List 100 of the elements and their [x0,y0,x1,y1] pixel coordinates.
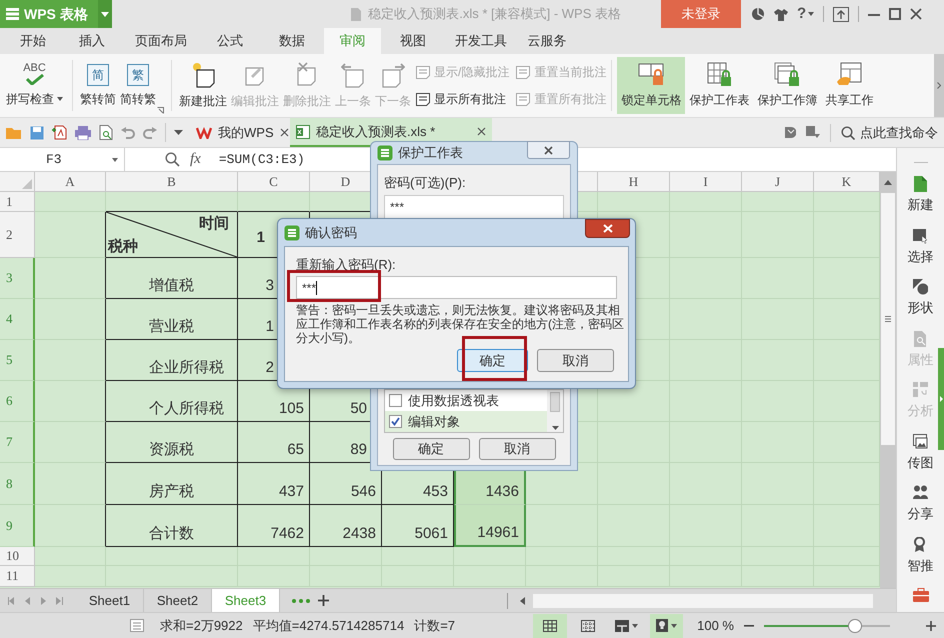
menu-tab[interactable]: 视图 [381,28,445,54]
column-header[interactable]: B [106,172,238,192]
slider-thumb[interactable] [848,618,862,632]
ok-button[interactable]: 确定 [457,349,528,372]
undo-icon[interactable] [121,126,135,138]
flag-menu-icon[interactable] [806,126,820,139]
command-search[interactable]: 点此查找命令 [841,122,938,142]
table-cell: 营业税 [106,299,238,340]
menu-tab[interactable]: 公式 [200,28,260,54]
logo-icon [5,7,19,21]
cancel-button[interactable]: 取消 [478,438,556,460]
maximize-icon[interactable] [889,8,902,20]
reading-mode-button[interactable] [650,614,684,638]
column-header[interactable]: C [238,172,310,192]
table-cell: 7462 [238,505,310,547]
last-sheet-icon[interactable] [56,596,63,604]
select-icon [913,228,928,244]
menu-tab[interactable]: 开始 [4,28,62,54]
menu-tab[interactable]: 页面布局 [122,28,200,54]
menu-tab[interactable]: 云服务 [517,28,577,54]
protection-button[interactable]: 保护工作表 [685,57,754,114]
column-header[interactable]: I [670,172,742,192]
checkbox[interactable] [389,394,402,407]
list-item[interactable]: 编辑对象 [385,411,547,432]
column-header[interactable]: J [742,172,814,192]
comment-option-button[interactable]: 显示所有批注 [415,90,510,108]
column-header[interactable]: H [598,172,670,192]
task-pane-button[interactable]: 选择 [908,228,934,266]
close-button[interactable] [585,219,630,238]
password-field[interactable]: *** [296,276,617,299]
row-header[interactable]: 2 [0,212,35,258]
caret-icon[interactable] [552,426,558,430]
horizontal-scrollbar-thumb[interactable] [533,594,873,608]
protect-workbook-icon [774,62,800,87]
analysis-icon [913,382,928,398]
task-pane-button[interactable]: 分享 [908,485,934,524]
zoom-search-icon[interactable] [165,152,180,167]
task-pane-button[interactable]: 传图 [908,434,934,472]
normal-view-button[interactable] [533,614,568,638]
column-header[interactable]: A [35,172,106,192]
comment-button[interactable]: 新建批注 [177,54,229,117]
redo-icon[interactable] [143,126,157,138]
convert-button[interactable]: 简 繁转简 [78,54,118,117]
protection-button[interactable]: 共享工作 [821,57,878,114]
upload-icon[interactable] [833,6,850,22]
page-layout-button[interactable] [615,620,638,632]
row-header[interactable]: 1 [0,192,35,212]
help-button[interactable]: ? [797,2,814,26]
protection-button[interactable]: 锁定单元格 [617,57,686,114]
task-pane-button[interactable]: 智推 [908,536,934,575]
task-pane-button[interactable]: 新建 [908,176,934,214]
close-icon[interactable] [477,127,486,136]
print-preview-icon[interactable] [99,125,113,140]
scrollbar-thumb[interactable] [881,193,895,445]
task-pane-button[interactable]: 形状 [908,279,934,318]
shirt-icon[interactable] [774,8,788,20]
close-icon[interactable] [910,8,922,20]
caret-icon [808,12,814,16]
menu-tab[interactable]: 插入 [62,28,122,54]
sheet-stats-icon[interactable] [130,619,144,632]
select-all-icon[interactable] [22,179,32,189]
sheet-tab[interactable]: Sheet3 [212,589,280,612]
close-button[interactable] [527,141,570,159]
column-header[interactable]: K [814,172,880,192]
skin-icon[interactable] [751,7,765,21]
zoom-in-icon[interactable] [926,620,936,630]
toolbox-icon[interactable] [912,588,928,602]
app-menu-button[interactable] [98,0,112,28]
scroll-left-icon[interactable] [520,596,525,604]
checkbox[interactable] [389,415,402,428]
ok-button[interactable]: 确定 [392,438,470,460]
zoom-slider[interactable] [764,618,890,632]
menu-tab[interactable]: 数据 [260,28,324,54]
print-icon[interactable] [75,126,91,140]
menu-tab[interactable]: 开发工具 [445,28,517,54]
protection-button[interactable]: 保护工作簿 [753,57,822,114]
row-header[interactable]: 10 [0,547,35,566]
more-icon[interactable] [292,598,310,602]
scrollbar-thumb[interactable] [550,392,560,412]
convert-icon: 简 [87,64,109,86]
add-sheet-icon[interactable] [318,595,329,606]
insert-function-button[interactable]: fx [190,148,201,171]
dialog-launcher-icon[interactable] [157,107,164,114]
folder-icon[interactable] [6,126,22,139]
scroll-right-button[interactable] [934,54,944,117]
scroll-up-icon[interactable] [884,180,892,185]
close-icon[interactable] [280,128,289,137]
cancel-button[interactable]: 取消 [537,349,614,372]
page-break-view-icon[interactable] [581,620,596,632]
row-header[interactable]: 11 [0,566,35,587]
export-pdf-icon[interactable] [52,125,67,140]
save-icon[interactable] [30,126,44,140]
next-sheet-icon[interactable] [40,596,47,604]
spell-check-button[interactable]: ABC 拼写检查 [2,54,67,117]
convert-button[interactable]: 繁 简转繁 [118,54,158,117]
first-sheet-icon[interactable] [8,596,15,604]
password-field[interactable]: *** [384,194,564,218]
previous-sheet-icon[interactable] [24,596,31,604]
highlight-frame [462,336,527,381]
pane-toggle-handle[interactable] [938,348,944,450]
